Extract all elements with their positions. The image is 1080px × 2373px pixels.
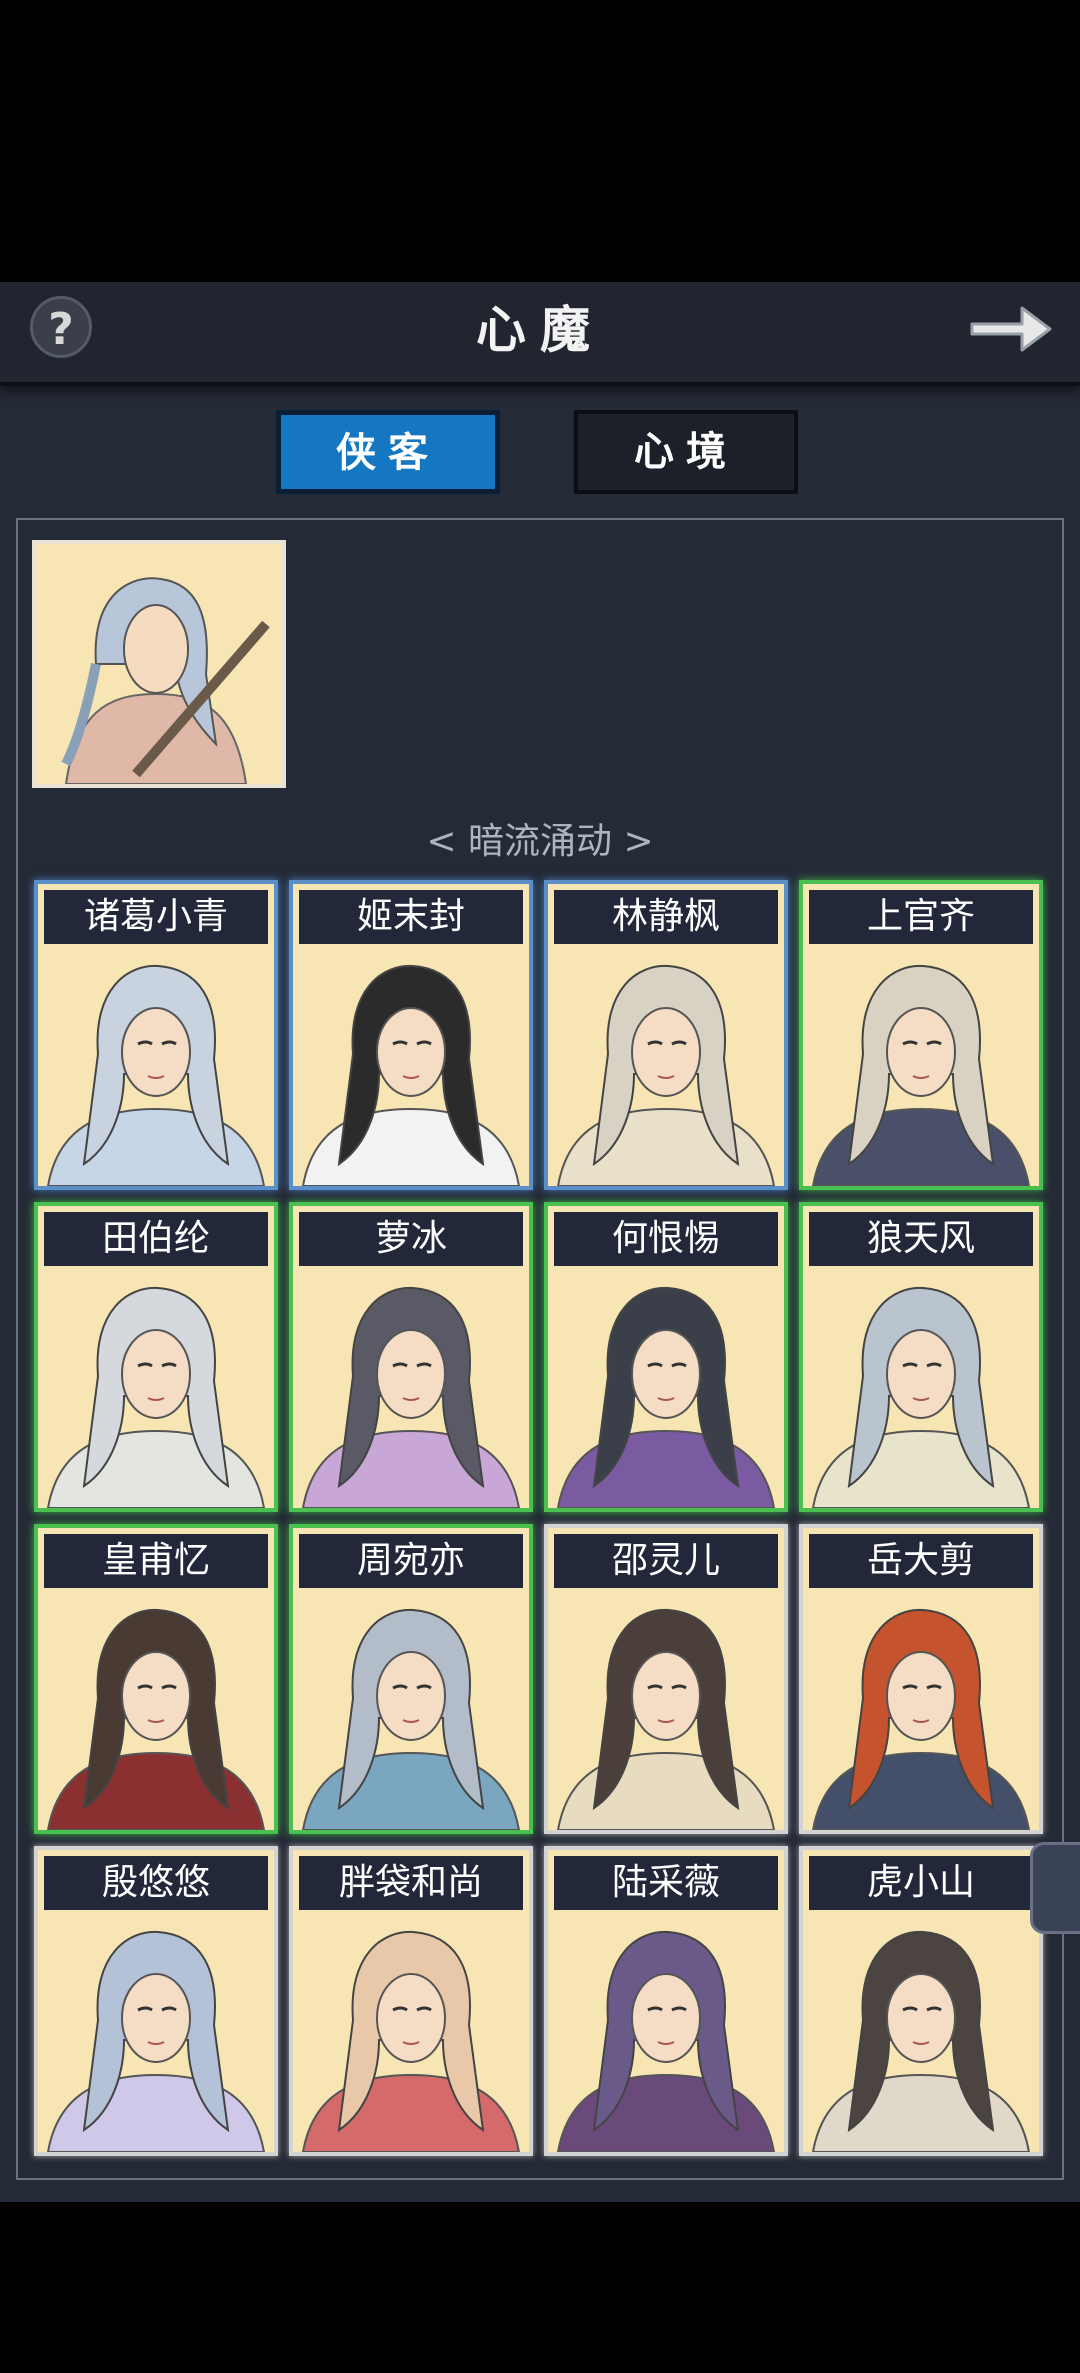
character-card[interactable]: 田伯纶 bbox=[34, 1202, 278, 1512]
character-portrait bbox=[548, 1588, 784, 1830]
character-card[interactable]: 殷悠悠 bbox=[34, 1846, 278, 2156]
character-portrait bbox=[803, 1266, 1039, 1508]
character-name: 陆采薇 bbox=[554, 1856, 778, 1910]
character-card[interactable]: 林静枫 bbox=[544, 880, 788, 1190]
character-portrait bbox=[803, 1588, 1039, 1830]
character-name: 周宛亦 bbox=[299, 1534, 523, 1588]
character-portrait bbox=[548, 1266, 784, 1508]
character-card[interactable]: 何恨惕 bbox=[544, 1202, 788, 1512]
character-card[interactable]: 萝冰 bbox=[289, 1202, 533, 1512]
character-card[interactable]: 姬末封 bbox=[289, 880, 533, 1190]
character-portrait bbox=[803, 1910, 1039, 2152]
character-portrait bbox=[38, 1588, 274, 1830]
character-portrait bbox=[803, 944, 1039, 1186]
character-card[interactable]: 上官齐 bbox=[799, 880, 1043, 1190]
character-name: 殷悠悠 bbox=[44, 1856, 268, 1910]
character-card[interactable]: 邵灵儿 bbox=[544, 1524, 788, 1834]
character-card[interactable]: 虎小山 bbox=[799, 1846, 1043, 2156]
character-name: 邵灵儿 bbox=[554, 1534, 778, 1588]
character-name: 姬末封 bbox=[299, 890, 523, 944]
featured-portrait[interactable] bbox=[32, 540, 286, 788]
character-name: 诸葛小青 bbox=[44, 890, 268, 944]
character-portrait bbox=[38, 1266, 274, 1508]
character-name: 林静枫 bbox=[554, 890, 778, 944]
arrow-right-icon bbox=[970, 306, 1052, 352]
character-portrait bbox=[38, 1910, 274, 2152]
character-name: 狼天风 bbox=[809, 1212, 1033, 1266]
character-card[interactable]: 周宛亦 bbox=[289, 1524, 533, 1834]
back-button[interactable] bbox=[966, 294, 1056, 364]
character-name: 虎小山 bbox=[809, 1856, 1033, 1910]
character-card[interactable]: 陆采薇 bbox=[544, 1846, 788, 2156]
character-portrait bbox=[293, 944, 529, 1186]
character-card[interactable]: 胖袋和尚 bbox=[289, 1846, 533, 2156]
character-name: 田伯纶 bbox=[44, 1212, 268, 1266]
section-title: < 暗流涌动 > bbox=[426, 821, 654, 862]
character-name: 皇甫忆 bbox=[44, 1534, 268, 1588]
character-card[interactable]: 诸葛小青 bbox=[34, 880, 278, 1190]
character-portrait bbox=[293, 1266, 529, 1508]
featured-character-image bbox=[36, 544, 282, 784]
character-portrait bbox=[548, 944, 784, 1186]
character-card[interactable]: 皇甫忆 bbox=[34, 1524, 278, 1834]
character-name: 何恨惕 bbox=[554, 1212, 778, 1266]
character-name: 萝冰 bbox=[299, 1212, 523, 1266]
character-portrait bbox=[293, 1910, 529, 2152]
side-drawer-tab[interactable] bbox=[1030, 1842, 1080, 1934]
character-card[interactable]: 岳大剪 bbox=[799, 1524, 1043, 1834]
character-portrait bbox=[38, 944, 274, 1186]
tab-xinjing[interactable]: 心境 bbox=[574, 410, 798, 494]
character-card[interactable]: 狼天风 bbox=[799, 1202, 1043, 1512]
tab-xiake[interactable]: 侠客 bbox=[276, 410, 500, 494]
character-name: 胖袋和尚 bbox=[299, 1856, 523, 1910]
page-title: 心魔 bbox=[476, 300, 604, 359]
character-name: 上官齐 bbox=[809, 890, 1033, 944]
character-portrait bbox=[548, 1910, 784, 2152]
character-name: 岳大剪 bbox=[809, 1534, 1033, 1588]
character-portrait bbox=[293, 1588, 529, 1830]
